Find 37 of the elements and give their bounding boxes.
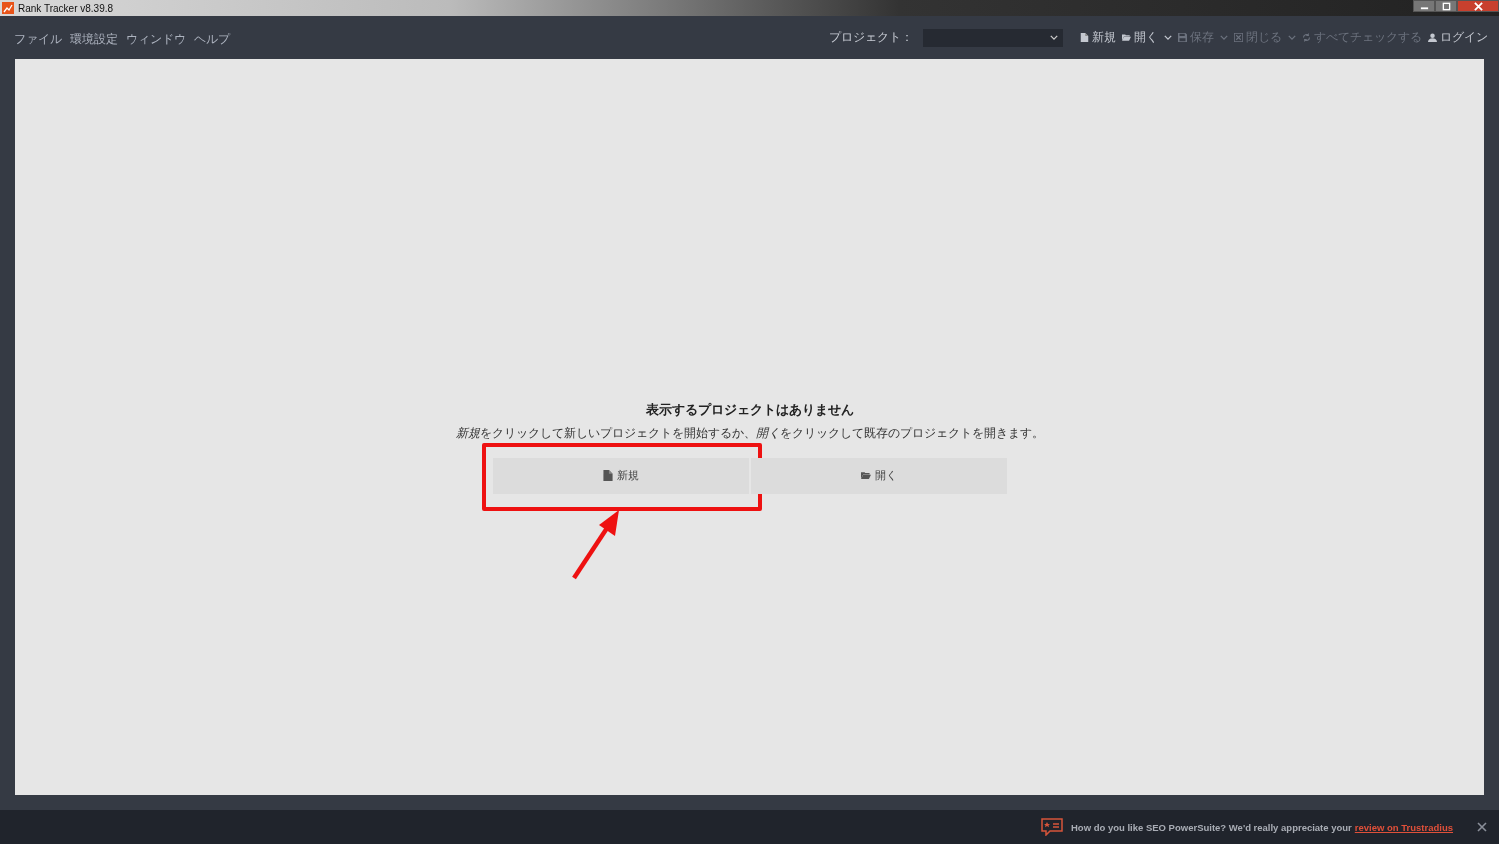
big-button[interactable]: 開く xyxy=(750,457,1007,494)
menu-item[interactable]: 環境設定 xyxy=(66,28,122,51)
chevron-down-icon xyxy=(1164,35,1172,40)
chevron-down-icon xyxy=(1220,35,1228,40)
close-box-icon xyxy=(1234,33,1243,42)
annotation-arrow xyxy=(570,509,621,580)
window-title: Rank Tracker v8.39.8 xyxy=(18,2,114,14)
review-link[interactable]: review on Trustradius xyxy=(1354,821,1453,833)
chevron-down-icon xyxy=(1050,35,1058,40)
empty-state-message: 新規をクリックして新しいプロジェクトを開始するか、開く をクリックして既存のプロジェクトを開きます。 xyxy=(455,424,1044,442)
app-logo-icon xyxy=(2,2,14,14)
document-icon xyxy=(602,470,613,481)
close-icon xyxy=(1473,1,1483,11)
menu-item[interactable]: ファイル xyxy=(10,28,66,51)
menu-item[interactable]: ウィンドウ xyxy=(122,28,190,51)
big-button[interactable]: 新規 xyxy=(492,457,749,494)
close-button[interactable] xyxy=(1457,0,1499,12)
toolbar-button[interactable]: 新規 xyxy=(1077,27,1119,48)
toolbar-button[interactable]: ログイン xyxy=(1425,27,1491,48)
maximize-button[interactable] xyxy=(1435,0,1457,12)
toolbar-button[interactable]: 開く xyxy=(1119,27,1161,48)
project-label: プロジェクト： xyxy=(829,29,913,46)
folder-icon xyxy=(860,470,871,481)
empty-state-heading: 表示するプロジェクトはありません xyxy=(645,400,854,419)
folder-icon xyxy=(1122,33,1131,42)
chevron-down-icon xyxy=(1288,35,1296,40)
dismiss-button[interactable] xyxy=(1475,820,1489,834)
menu-item[interactable]: ヘルプ xyxy=(190,28,234,51)
notification-text: How do you like SEO PowerSuite? We'd really appreciate your xyxy=(1070,821,1352,833)
maximize-icon xyxy=(1441,1,1451,11)
close-icon xyxy=(1477,822,1487,832)
user-icon xyxy=(1428,33,1437,42)
refresh-icon xyxy=(1302,33,1311,42)
minimize-button[interactable] xyxy=(1413,0,1435,12)
dropdown-arrow-button[interactable] xyxy=(1161,33,1175,42)
review-card-icon xyxy=(1040,818,1063,836)
document-icon xyxy=(1080,33,1089,42)
